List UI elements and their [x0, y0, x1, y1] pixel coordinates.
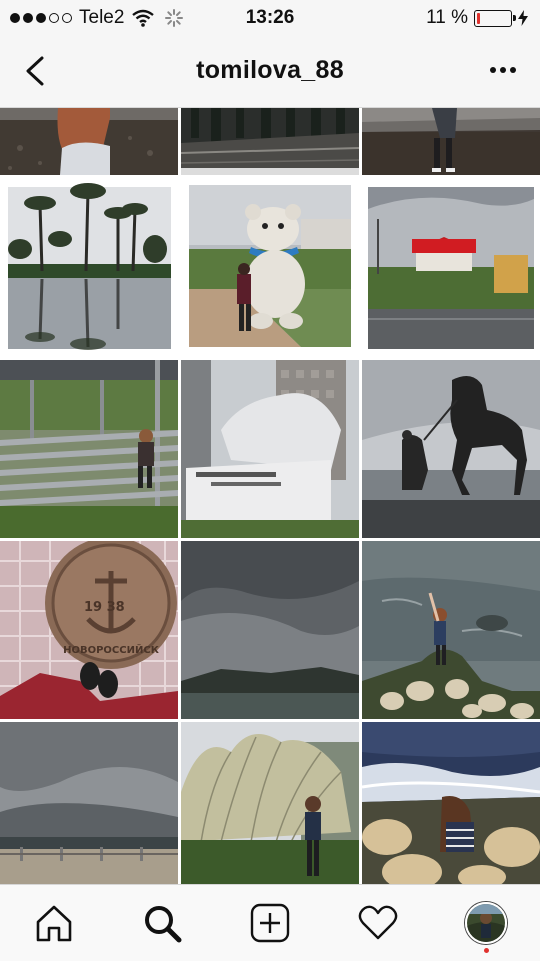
battery-icon: [474, 9, 516, 27]
tab-home[interactable]: [32, 901, 76, 945]
photo-cloudy-embankment[interactable]: [0, 722, 178, 884]
photo-red-roof-house[interactable]: [362, 179, 540, 357]
tab-new-post[interactable]: [248, 901, 292, 945]
tab-activity[interactable]: [356, 901, 400, 945]
battery-percent: 11 %: [426, 7, 468, 28]
photo-horse-statue[interactable]: [362, 360, 540, 538]
photo-girl-on-sea-rocks[interactable]: [362, 722, 540, 884]
photo-girl-on-bleachers[interactable]: [0, 360, 178, 538]
status-bar: Tele2 13:26 11 %: [0, 0, 540, 36]
profile-header: tomilova_88: [0, 36, 540, 108]
photo-girl-standing-on-beach[interactable]: [362, 108, 540, 175]
profile-avatar: [465, 902, 507, 944]
bottom-tab-bar: [0, 884, 540, 961]
photo-grid: 19 38 НОВОРОССИЙСК: [0, 108, 540, 884]
search-icon: [145, 906, 182, 943]
photo-girl-on-pebble-beach[interactable]: [0, 108, 178, 175]
tab-profile[interactable]: [464, 901, 508, 953]
home-icon: [36, 905, 72, 942]
photo-palm-trees-reflection[interactable]: [0, 179, 178, 357]
manhole-year: 19 38: [84, 600, 125, 615]
more-horizontal-icon[interactable]: [488, 58, 518, 82]
status-right: 11 %: [426, 7, 528, 29]
photo-girl-on-rocks-waving[interactable]: [362, 541, 540, 719]
page-title: tomilova_88: [196, 56, 344, 84]
photo-empty-promenade[interactable]: [181, 108, 359, 175]
notification-dot: [484, 948, 489, 953]
photo-manhole-cover-anchor[interactable]: 19 38 НОВОРОССИЙСК: [0, 541, 178, 719]
photo-monument-relief[interactable]: [181, 360, 359, 538]
add-post-icon: [250, 903, 290, 943]
manhole-city-label: НОВОРОССИЙСК: [63, 643, 160, 656]
activity-heart-icon: [358, 905, 398, 940]
tab-search[interactable]: [140, 901, 184, 945]
photo-bear-mascot-statue[interactable]: [181, 179, 359, 357]
charging-bolt-icon: [518, 10, 528, 26]
photo-stormy-sea-clouds[interactable]: [181, 541, 359, 719]
photo-girl-by-pampas-grass[interactable]: [181, 722, 359, 884]
